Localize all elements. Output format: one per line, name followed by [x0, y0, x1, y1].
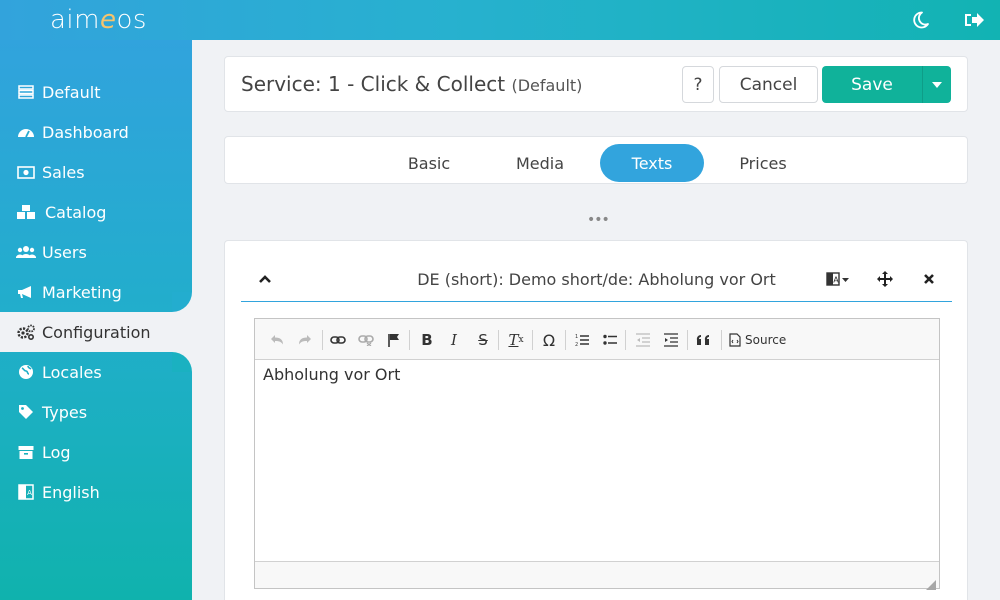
- page-header: Service: 1 - Click & Collect (Default) ?…: [224, 56, 968, 112]
- tag-icon: [16, 403, 36, 421]
- undo-icon[interactable]: [267, 330, 287, 350]
- numbered-list-icon[interactable]: 12: [572, 330, 592, 350]
- sidebar-item-label: Log: [42, 442, 71, 462]
- save-options-button[interactable]: [922, 66, 951, 103]
- sidebar-item-locales[interactable]: Locales: [0, 352, 192, 392]
- source-label: Source: [745, 333, 787, 347]
- page-title: Service: 1 - Click & Collect (Default): [241, 72, 583, 96]
- blockquote-icon[interactable]: [694, 330, 714, 350]
- redo-icon[interactable]: [295, 330, 315, 350]
- svg-text:1: 1: [575, 334, 578, 340]
- sidebar-item-users[interactable]: Users: [0, 232, 192, 272]
- sidebar-item-label: Marketing: [42, 282, 122, 302]
- moon-icon[interactable]: [908, 8, 932, 32]
- sidebar-item-label: Types: [42, 402, 88, 422]
- bold-icon[interactable]: B: [417, 330, 437, 350]
- sidebar-item-marketing[interactable]: Marketing: [0, 272, 192, 312]
- top-bar: aimeos: [0, 0, 1000, 40]
- sidebar-item-label: Locales: [42, 362, 102, 382]
- close-icon[interactable]: [917, 267, 941, 291]
- rich-text-editor: B I S Tx Ω 12 Source Abholung vor Ort: [254, 318, 940, 590]
- aimeos-logo[interactable]: aimeos: [50, 5, 147, 35]
- logout-icon[interactable]: [962, 8, 986, 32]
- sidebar-item-default[interactable]: Default: [0, 72, 192, 112]
- special-char-icon[interactable]: Ω: [539, 330, 559, 350]
- translate-icon[interactable]: A: [825, 267, 851, 291]
- editor-content[interactable]: Abholung vor Ort: [255, 361, 939, 561]
- sidebar: Default Dashboard Sales Catalog Users Ma…: [0, 40, 192, 600]
- tabs-bar: Basic Media Texts Prices: [224, 136, 968, 184]
- tab-media[interactable]: Media: [488, 144, 592, 182]
- bulleted-list-icon[interactable]: [600, 330, 620, 350]
- anchor-flag-icon[interactable]: [384, 330, 404, 350]
- tab-basic[interactable]: Basic: [377, 144, 481, 182]
- users-icon: [16, 243, 36, 261]
- italic-icon[interactable]: I: [444, 330, 464, 350]
- sidebar-item-label: Catalog: [45, 202, 107, 222]
- cubes-icon: [16, 203, 36, 221]
- sidebar-item-types[interactable]: Types: [0, 392, 192, 432]
- tab-prices[interactable]: Prices: [711, 144, 815, 182]
- unlink-icon[interactable]: [356, 330, 376, 350]
- bullhorn-icon: [16, 283, 36, 301]
- save-button[interactable]: Save: [822, 66, 922, 103]
- money-icon: [16, 163, 36, 181]
- source-icon: [729, 333, 741, 347]
- editor-statusbar: [255, 561, 939, 590]
- sidebar-item-sales[interactable]: Sales: [0, 152, 192, 192]
- cancel-button[interactable]: Cancel: [719, 66, 818, 103]
- sidebar-item-english[interactable]: A English: [0, 472, 192, 512]
- caret-down-icon: [932, 81, 942, 88]
- source-button[interactable]: Source: [729, 330, 786, 350]
- sidebar-item-dashboard[interactable]: Dashboard: [0, 112, 192, 152]
- link-icon[interactable]: [328, 330, 348, 350]
- sidebar-item-label: English: [42, 482, 100, 502]
- text-item-header[interactable]: DE (short): Demo short/de: Abholung vor …: [241, 255, 952, 302]
- sidebar-item-label: Default: [42, 82, 101, 102]
- dashboard-icon: [16, 123, 36, 141]
- sidebar-item-configuration[interactable]: Configuration: [0, 312, 192, 352]
- svg-text:A: A: [27, 489, 32, 497]
- editor-toolbar: B I S Tx Ω 12 Source: [255, 319, 939, 360]
- resize-grip-icon[interactable]: [926, 575, 936, 590]
- move-icon[interactable]: [873, 267, 897, 291]
- globe-icon: [16, 363, 36, 381]
- server-icon: [16, 83, 36, 101]
- site-label: (Default): [511, 76, 583, 95]
- outdent-icon[interactable]: [633, 330, 653, 350]
- gears-icon: [16, 323, 36, 341]
- sidebar-item-label: Users: [42, 242, 87, 262]
- archive-icon: [16, 443, 36, 461]
- help-button[interactable]: ?: [682, 66, 714, 103]
- indent-icon[interactable]: [661, 330, 681, 350]
- language-icon: A: [16, 483, 36, 501]
- text-item-card: DE (short): Demo short/de: Abholung vor …: [224, 240, 968, 600]
- more-options-icon[interactable]: •••: [587, 212, 610, 228]
- sidebar-item-catalog[interactable]: Catalog: [0, 192, 192, 232]
- sidebar-item-log[interactable]: Log: [0, 432, 192, 472]
- svg-text:2: 2: [575, 342, 578, 347]
- tab-texts[interactable]: Texts: [600, 144, 704, 182]
- remove-format-icon[interactable]: Tx: [506, 330, 526, 350]
- sidebar-item-label: Dashboard: [42, 122, 129, 142]
- sidebar-item-label: Configuration: [42, 322, 151, 342]
- strikethrough-icon[interactable]: S: [473, 330, 493, 350]
- sidebar-item-label: Sales: [42, 162, 85, 182]
- svg-text:A: A: [833, 276, 839, 285]
